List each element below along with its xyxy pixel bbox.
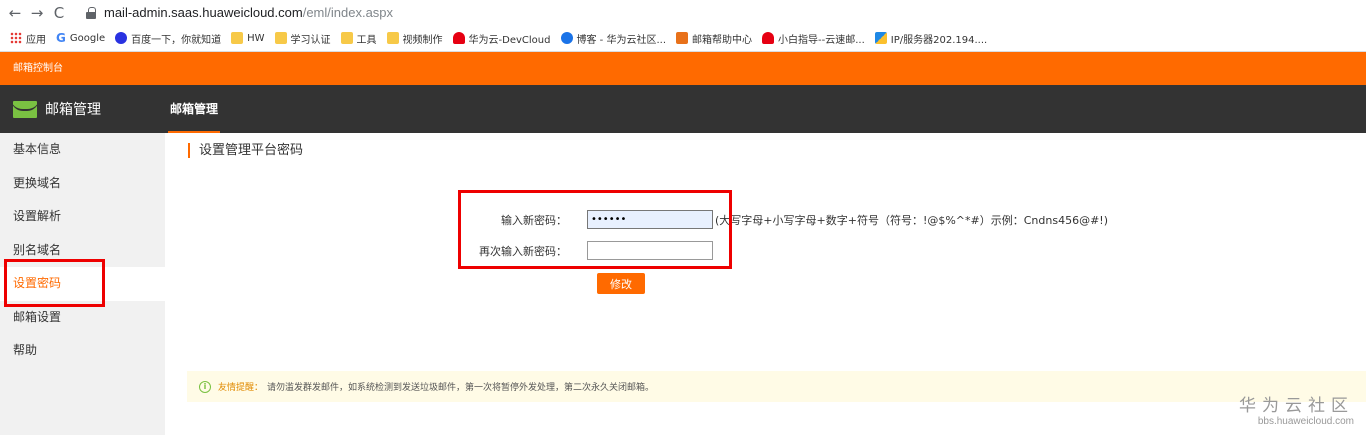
- bookmark-label: 工具: [356, 34, 377, 46]
- confirm-password-row: 再次输入新密码：: [427, 241, 713, 260]
- bookmark-label: 邮箱帮助中心: [692, 34, 753, 46]
- sidebar-item-change-domain[interactable]: 更换域名: [0, 167, 165, 201]
- forward-arrow-icon[interactable]: →: [26, 4, 48, 22]
- page-title: 设置管理平台密码: [188, 143, 303, 158]
- tab-mail-management[interactable]: 邮箱管理: [168, 85, 221, 133]
- bookmark-item[interactable]: HW: [231, 32, 265, 44]
- watermark: 华为云社区 bbs.huaweicloud.com: [1239, 391, 1354, 427]
- confirm-password-label: 再次输入新密码：: [479, 244, 567, 258]
- logo-text: 邮箱管理: [45, 102, 101, 118]
- bookmark-label: 学习认证: [290, 34, 331, 46]
- sidebar-item-basic-info[interactable]: 基本信息: [0, 133, 165, 167]
- notice-banner: i 友情提醒： 请勿滥发群发邮件，如系统检测到发送垃圾邮件，第一次将暂停外发处理…: [187, 371, 1366, 402]
- reload-icon[interactable]: C: [48, 4, 70, 22]
- blog-icon: [560, 32, 573, 44]
- huawei-icon: [762, 32, 775, 44]
- bookmark-item[interactable]: IP/服务器202.194....: [874, 31, 988, 46]
- envelope-icon: [13, 100, 37, 118]
- bookmark-item[interactable]: G Google: [56, 32, 105, 44]
- password-hint: (大写字母+小写字母+数字+符号（符号：!@$%^*#）示例：Cndns456@…: [715, 213, 1108, 227]
- sidebar-item-mailbox-settings[interactable]: 邮箱设置: [0, 301, 165, 335]
- folder-icon: [231, 32, 244, 44]
- main-content: 设置管理平台密码 输入新密码： (大写字母+小写字母+数字+符号（符号：!@$%…: [165, 133, 1366, 435]
- bookmark-label: HW: [247, 32, 265, 44]
- sidebar-item-set-password[interactable]: 设置密码: [0, 267, 165, 301]
- google-icon: G: [56, 31, 66, 45]
- back-arrow-icon[interactable]: ←: [4, 4, 26, 22]
- bookmark-label: 百度一下，你就知道: [131, 34, 222, 46]
- info-icon: i: [199, 380, 211, 393]
- bookmark-item[interactable]: 小白指导--云速邮...: [762, 31, 865, 46]
- folder-icon: [340, 32, 353, 44]
- url-field[interactable]: mail-admin.saas.huaweicloud.com/eml/inde…: [104, 5, 393, 20]
- bookmark-item[interactable]: 百度一下，你就知道: [115, 31, 221, 46]
- sidebar: 基本信息 更换域名 设置解析 别名域名 设置密码 邮箱设置 帮助: [0, 133, 165, 435]
- watermark-cn: 华为云社区: [1239, 396, 1354, 416]
- apps-icon: [10, 32, 22, 44]
- lock-icon[interactable]: [86, 6, 96, 19]
- bookmark-label: IP/服务器202.194....: [890, 34, 988, 46]
- console-topbar: 邮箱控制台: [0, 52, 1366, 85]
- huawei-icon: [452, 32, 465, 44]
- new-password-field[interactable]: [587, 210, 713, 229]
- new-password-row: 输入新密码： (大写字母+小写字母+数字+符号（符号：!@$%^*#）示例：Cn…: [427, 210, 1108, 229]
- bookmark-item[interactable]: 邮箱帮助中心: [676, 31, 752, 46]
- browser-address-bar: ← → C mail-admin.saas.huaweicloud.com/em…: [0, 0, 1366, 25]
- bookmark-item[interactable]: 应用: [10, 31, 46, 46]
- bookmark-item[interactable]: 工具: [340, 31, 377, 46]
- bookmark-label: 小白指导--云速邮...: [778, 34, 865, 46]
- app-header: 邮箱管理 邮箱管理: [0, 85, 1366, 133]
- notice-text: 请勿滥发群发邮件，如系统检测到发送垃圾邮件，第一次将暂停外发处理，第二次永久关闭…: [267, 383, 655, 393]
- sidebar-item-help[interactable]: 帮助: [0, 334, 165, 368]
- watermark-en: bbs.huaweicloud.com: [1257, 416, 1354, 427]
- url-host: mail-admin.saas.huaweicloud.com: [104, 5, 303, 20]
- console-title: 邮箱控制台: [13, 63, 63, 74]
- bookmark-item[interactable]: 学习认证: [274, 31, 331, 46]
- new-password-label: 输入新密码：: [501, 213, 567, 227]
- folder-icon: [386, 32, 399, 44]
- url-path: /eml/index.aspx: [302, 5, 394, 20]
- bookmark-label: 博客 - 华为云社区...: [576, 34, 667, 46]
- mail-icon: [676, 32, 689, 44]
- ip-icon: [874, 32, 887, 44]
- confirm-password-field[interactable]: [587, 241, 713, 260]
- bookmark-label: 应用: [26, 34, 46, 46]
- folder-icon: [274, 32, 287, 44]
- app-logo[interactable]: 邮箱管理: [0, 99, 168, 119]
- sidebar-item-dns-setup[interactable]: 设置解析: [0, 200, 165, 234]
- bookmarks-bar: 应用 G Google 百度一下，你就知道 HW 学习认证 工具 视频制作 华为云-DevClo…: [0, 25, 1366, 52]
- bookmark-label: 华为云-DevCloud: [468, 34, 551, 46]
- bookmark-label: 视频制作: [402, 34, 443, 46]
- bookmark-item[interactable]: 华为云-DevCloud: [452, 31, 551, 46]
- submit-button[interactable]: 修改: [597, 273, 645, 294]
- bookmark-item[interactable]: 博客 - 华为云社区...: [560, 31, 667, 46]
- baidu-icon: [115, 32, 128, 44]
- sidebar-item-alias-domain[interactable]: 别名域名: [0, 234, 165, 268]
- notice-title: 友情提醒：: [218, 383, 264, 393]
- bookmark-item[interactable]: 视频制作: [386, 31, 443, 46]
- bookmark-label: Google: [69, 32, 106, 44]
